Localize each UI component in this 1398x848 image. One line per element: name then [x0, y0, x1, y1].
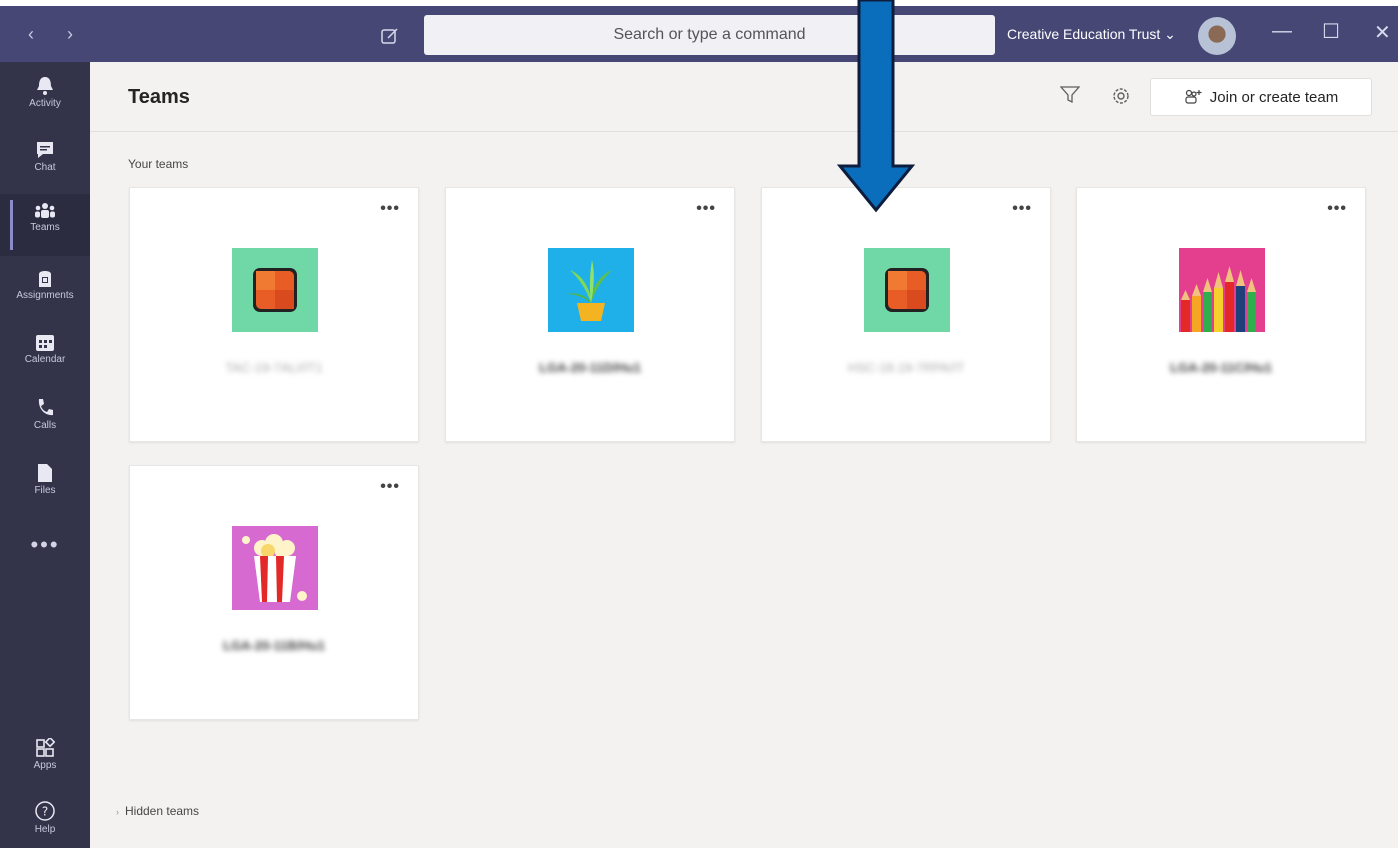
rail-item-assignments[interactable]: Assignments: [0, 260, 90, 322]
your-teams-heading: Your teams: [128, 157, 189, 171]
more-apps-button[interactable]: •••: [0, 532, 90, 558]
rail-item-help[interactable]: ? Help: [0, 792, 90, 848]
org-switcher[interactable]: Creative Education Trust ⌄: [1007, 26, 1176, 43]
more-options-icon[interactable]: •••: [1327, 200, 1347, 218]
team-card[interactable]: ••• LGA-20-11C/Hu1: [1076, 187, 1366, 442]
rail-item-calendar[interactable]: Calendar: [0, 324, 90, 386]
close-icon[interactable]: ✕: [1374, 20, 1391, 45]
pencils-logo: [1179, 248, 1265, 332]
page-header: Teams Join or create team: [90, 62, 1398, 132]
file-icon: [38, 464, 52, 482]
phone-icon: [38, 399, 53, 416]
team-card[interactable]: ••• HSC-18.19-7RPA/IT: [761, 187, 1051, 442]
more-options-icon[interactable]: •••: [1012, 200, 1032, 218]
team-name: HSC-18.19-7RPA/IT: [847, 360, 965, 375]
team-name: LGA-20-11B/Hu1: [223, 638, 325, 653]
popcorn-logo: [232, 526, 318, 610]
compose-icon[interactable]: [380, 26, 400, 46]
join-or-create-team-button[interactable]: Join or create team: [1150, 78, 1372, 116]
rail-item-activity[interactable]: Activity: [0, 68, 90, 130]
title-bar: ‹ › Search or type a command Creative Ed…: [0, 0, 1398, 62]
gear-icon[interactable]: [1110, 85, 1132, 107]
rail-label: Chat: [34, 162, 56, 173]
app-rail: Activity Chat Teams Assignments Calendar…: [0, 62, 90, 848]
nav-arrows[interactable]: ‹ ›: [28, 24, 87, 45]
rail-label: Files: [34, 485, 56, 496]
assignments-icon: [39, 271, 51, 287]
team-card[interactable]: ••• LGA-20-11B/Hu1: [129, 465, 419, 720]
office-logo: [232, 248, 318, 332]
team-card[interactable]: ••• TAC-19-7ALI/IT1: [129, 187, 419, 442]
rail-label: Calendar: [24, 354, 66, 365]
rail-label: Help: [34, 824, 56, 835]
calendar-icon: [36, 335, 54, 351]
teams-icon: [35, 203, 55, 218]
more-options-icon[interactable]: •••: [380, 478, 400, 496]
svg-text:?: ?: [42, 805, 48, 819]
apps-icon: [36, 738, 55, 757]
team-name: LGA-20-11C/Hu1: [1170, 360, 1272, 375]
join-label: Join or create team: [1209, 88, 1339, 106]
team-name: TAC-19-7ALI/IT1: [225, 360, 323, 375]
more-options-icon[interactable]: •••: [696, 200, 716, 218]
hidden-teams-label: Hidden teams: [125, 804, 200, 818]
more-options-icon[interactable]: •••: [380, 200, 400, 218]
rail-item-files[interactable]: Files: [0, 455, 90, 517]
plant-logo: [548, 248, 634, 332]
help-icon: ?: [35, 801, 55, 821]
rail-item-apps[interactable]: Apps: [0, 730, 90, 792]
page-title: Teams: [128, 86, 190, 108]
bell-icon: [37, 77, 53, 95]
office-logo: [864, 248, 950, 332]
chevron-right-icon: ›: [116, 807, 119, 817]
minimize-icon[interactable]: —: [1272, 20, 1292, 43]
rail-item-chat[interactable]: Chat: [0, 132, 90, 194]
avatar[interactable]: [1198, 17, 1236, 55]
rail-label: Activity: [29, 98, 61, 109]
rail-label: Assignments: [16, 290, 74, 301]
annotation-arrow-icon: [836, 0, 916, 213]
team-name: LGA-20-11D/Hu1: [539, 360, 641, 375]
hidden-teams-toggle[interactable]: › Hidden teams: [116, 804, 199, 818]
maximize-icon[interactable]: ☐: [1322, 19, 1340, 44]
rail-label: Teams: [30, 222, 60, 233]
rail-item-calls[interactable]: Calls: [0, 390, 90, 452]
filter-icon[interactable]: [1060, 86, 1080, 104]
chat-icon: [37, 142, 53, 158]
add-team-icon: [1185, 89, 1202, 104]
rail-item-teams[interactable]: Teams: [0, 194, 90, 256]
rail-label: Calls: [33, 420, 57, 431]
rail-label: Apps: [33, 760, 57, 771]
team-card[interactable]: ••• LGA-20-11D/Hu1: [445, 187, 735, 442]
